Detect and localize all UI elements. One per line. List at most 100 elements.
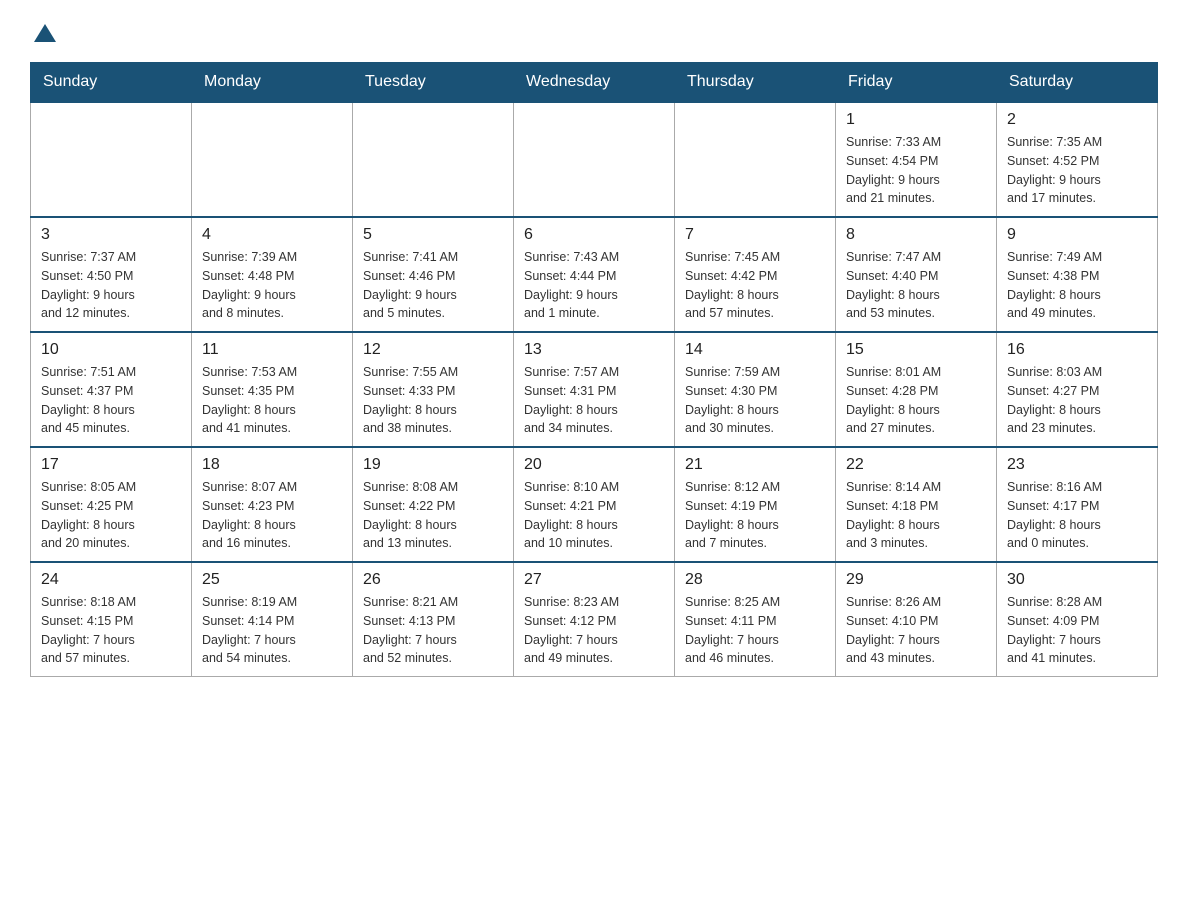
day-info: Sunrise: 7:33 AM Sunset: 4:54 PM Dayligh… (846, 133, 986, 208)
calendar-cell: 22 Sunrise: 8:14 AM Sunset: 4:18 PM Dayli… (836, 447, 997, 562)
day-number: 8 (846, 226, 986, 244)
day-number: 25 (202, 571, 342, 589)
day-number: 4 (202, 226, 342, 244)
day-number: 29 (846, 571, 986, 589)
day-number: 13 (524, 341, 664, 359)
day-number: 23 (1007, 456, 1147, 474)
calendar-cell: 9 Sunrise: 7:49 AM Sunset: 4:38 PM Daylig… (997, 217, 1158, 332)
week-row-1: 1 Sunrise: 7:33 AM Sunset: 4:54 PM Daylig… (31, 102, 1158, 217)
calendar-cell: 13 Sunrise: 7:57 AM Sunset: 4:31 PM Dayli… (514, 332, 675, 447)
calendar-cell: 5 Sunrise: 7:41 AM Sunset: 4:46 PM Daylig… (353, 217, 514, 332)
page-header (30, 20, 1158, 47)
day-number: 28 (685, 571, 825, 589)
day-number: 16 (1007, 341, 1147, 359)
day-number: 7 (685, 226, 825, 244)
day-info: Sunrise: 8:14 AM Sunset: 4:18 PM Dayligh… (846, 478, 986, 553)
day-info: Sunrise: 8:23 AM Sunset: 4:12 PM Dayligh… (524, 593, 664, 668)
weekday-header-tuesday: Tuesday (353, 63, 514, 103)
calendar-cell (353, 102, 514, 217)
day-info: Sunrise: 8:01 AM Sunset: 4:28 PM Dayligh… (846, 363, 986, 438)
week-row-5: 24Sunrise: 8:18 AM Sunset: 4:15 PM Dayli… (31, 562, 1158, 677)
day-number: 5 (363, 226, 503, 244)
day-info: Sunrise: 7:51 AM Sunset: 4:37 PM Dayligh… (41, 363, 181, 438)
day-info: Sunrise: 8:19 AM Sunset: 4:14 PM Dayligh… (202, 593, 342, 668)
weekday-header-monday: Monday (192, 63, 353, 103)
day-info: Sunrise: 7:59 AM Sunset: 4:30 PM Dayligh… (685, 363, 825, 438)
day-number: 22 (846, 456, 986, 474)
day-info: Sunrise: 7:41 AM Sunset: 4:46 PM Dayligh… (363, 248, 503, 323)
calendar-cell: 12Sunrise: 7:55 AM Sunset: 4:33 PM Dayli… (353, 332, 514, 447)
calendar-cell: 20 Sunrise: 8:10 AM Sunset: 4:21 PM Dayli… (514, 447, 675, 562)
day-info: Sunrise: 8:07 AM Sunset: 4:23 PM Dayligh… (202, 478, 342, 553)
day-info: Sunrise: 7:49 AM Sunset: 4:38 PM Dayligh… (1007, 248, 1147, 323)
day-number: 6 (524, 226, 664, 244)
calendar-cell: 17 Sunrise: 8:05 AM Sunset: 4:25 PM Dayli… (31, 447, 192, 562)
day-info: Sunrise: 8:26 AM Sunset: 4:10 PM Dayligh… (846, 593, 986, 668)
calendar-cell: 8Sunrise: 7:47 AM Sunset: 4:40 PM Daylig… (836, 217, 997, 332)
day-info: Sunrise: 7:43 AM Sunset: 4:44 PM Dayligh… (524, 248, 664, 323)
day-info: Sunrise: 7:39 AM Sunset: 4:48 PM Dayligh… (202, 248, 342, 323)
day-number: 2 (1007, 111, 1147, 129)
calendar-cell: 21 Sunrise: 8:12 AM Sunset: 4:19 PM Dayli… (675, 447, 836, 562)
day-number: 19 (363, 456, 503, 474)
calendar-cell: 29 Sunrise: 8:26 AM Sunset: 4:10 PM Dayli… (836, 562, 997, 677)
calendar-cell: 26 Sunrise: 8:21 AM Sunset: 4:13 PM Dayli… (353, 562, 514, 677)
day-info: Sunrise: 8:12 AM Sunset: 4:19 PM Dayligh… (685, 478, 825, 553)
calendar-cell (192, 102, 353, 217)
day-number: 20 (524, 456, 664, 474)
calendar-cell: 16Sunrise: 8:03 AM Sunset: 4:27 PM Dayli… (997, 332, 1158, 447)
calendar-cell: 15 Sunrise: 8:01 AM Sunset: 4:28 PM Dayli… (836, 332, 997, 447)
day-info: Sunrise: 8:08 AM Sunset: 4:22 PM Dayligh… (363, 478, 503, 553)
day-number: 17 (41, 456, 181, 474)
day-info: Sunrise: 7:45 AM Sunset: 4:42 PM Dayligh… (685, 248, 825, 323)
weekday-header-sunday: Sunday (31, 63, 192, 103)
logo-triangle-icon (34, 24, 56, 47)
week-row-2: 3 Sunrise: 7:37 AM Sunset: 4:50 PM Daylig… (31, 217, 1158, 332)
weekday-header-saturday: Saturday (997, 63, 1158, 103)
day-info: Sunrise: 8:25 AM Sunset: 4:11 PM Dayligh… (685, 593, 825, 668)
day-number: 26 (363, 571, 503, 589)
day-number: 9 (1007, 226, 1147, 244)
week-row-3: 10 Sunrise: 7:51 AM Sunset: 4:37 PM Dayli… (31, 332, 1158, 447)
calendar-cell: 6 Sunrise: 7:43 AM Sunset: 4:44 PM Daylig… (514, 217, 675, 332)
day-number: 3 (41, 226, 181, 244)
day-number: 30 (1007, 571, 1147, 589)
weekday-header-friday: Friday (836, 63, 997, 103)
calendar-cell (675, 102, 836, 217)
day-number: 10 (41, 341, 181, 359)
day-number: 1 (846, 111, 986, 129)
calendar-cell: 1 Sunrise: 7:33 AM Sunset: 4:54 PM Daylig… (836, 102, 997, 217)
day-number: 27 (524, 571, 664, 589)
day-number: 21 (685, 456, 825, 474)
day-info: Sunrise: 8:28 AM Sunset: 4:09 PM Dayligh… (1007, 593, 1147, 668)
day-info: Sunrise: 8:10 AM Sunset: 4:21 PM Dayligh… (524, 478, 664, 553)
day-info: Sunrise: 8:05 AM Sunset: 4:25 PM Dayligh… (41, 478, 181, 553)
logo (30, 20, 56, 47)
calendar-header-row: SundayMondayTuesdayWednesdayThursdayFrid… (31, 63, 1158, 103)
day-info: Sunrise: 7:37 AM Sunset: 4:50 PM Dayligh… (41, 248, 181, 323)
weekday-header-wednesday: Wednesday (514, 63, 675, 103)
day-info: Sunrise: 8:21 AM Sunset: 4:13 PM Dayligh… (363, 593, 503, 668)
day-number: 14 (685, 341, 825, 359)
calendar-cell: 7 Sunrise: 7:45 AM Sunset: 4:42 PM Daylig… (675, 217, 836, 332)
week-row-4: 17 Sunrise: 8:05 AM Sunset: 4:25 PM Dayli… (31, 447, 1158, 562)
day-number: 11 (202, 341, 342, 359)
calendar-cell: 23 Sunrise: 8:16 AM Sunset: 4:17 PM Dayli… (997, 447, 1158, 562)
calendar-cell (31, 102, 192, 217)
calendar-cell: 2Sunrise: 7:35 AM Sunset: 4:52 PM Daylig… (997, 102, 1158, 217)
day-number: 15 (846, 341, 986, 359)
calendar-cell: 19 Sunrise: 8:08 AM Sunset: 4:22 PM Dayli… (353, 447, 514, 562)
calendar-cell: 14 Sunrise: 7:59 AM Sunset: 4:30 PM Dayli… (675, 332, 836, 447)
calendar-cell: 18 Sunrise: 8:07 AM Sunset: 4:23 PM Dayli… (192, 447, 353, 562)
calendar-table: SundayMondayTuesdayWednesdayThursdayFrid… (30, 62, 1158, 677)
calendar-cell: 4 Sunrise: 7:39 AM Sunset: 4:48 PM Daylig… (192, 217, 353, 332)
calendar-cell: 27 Sunrise: 8:23 AM Sunset: 4:12 PM Dayli… (514, 562, 675, 677)
day-number: 18 (202, 456, 342, 474)
calendar-cell: 25 Sunrise: 8:19 AM Sunset: 4:14 PM Dayli… (192, 562, 353, 677)
day-info: Sunrise: 7:57 AM Sunset: 4:31 PM Dayligh… (524, 363, 664, 438)
day-info: Sunrise: 8:18 AM Sunset: 4:15 PM Dayligh… (41, 593, 181, 668)
calendar-cell (514, 102, 675, 217)
day-info: Sunrise: 8:16 AM Sunset: 4:17 PM Dayligh… (1007, 478, 1147, 553)
calendar-cell: 30 Sunrise: 8:28 AM Sunset: 4:09 PM Dayli… (997, 562, 1158, 677)
calendar-cell: 24Sunrise: 8:18 AM Sunset: 4:15 PM Dayli… (31, 562, 192, 677)
